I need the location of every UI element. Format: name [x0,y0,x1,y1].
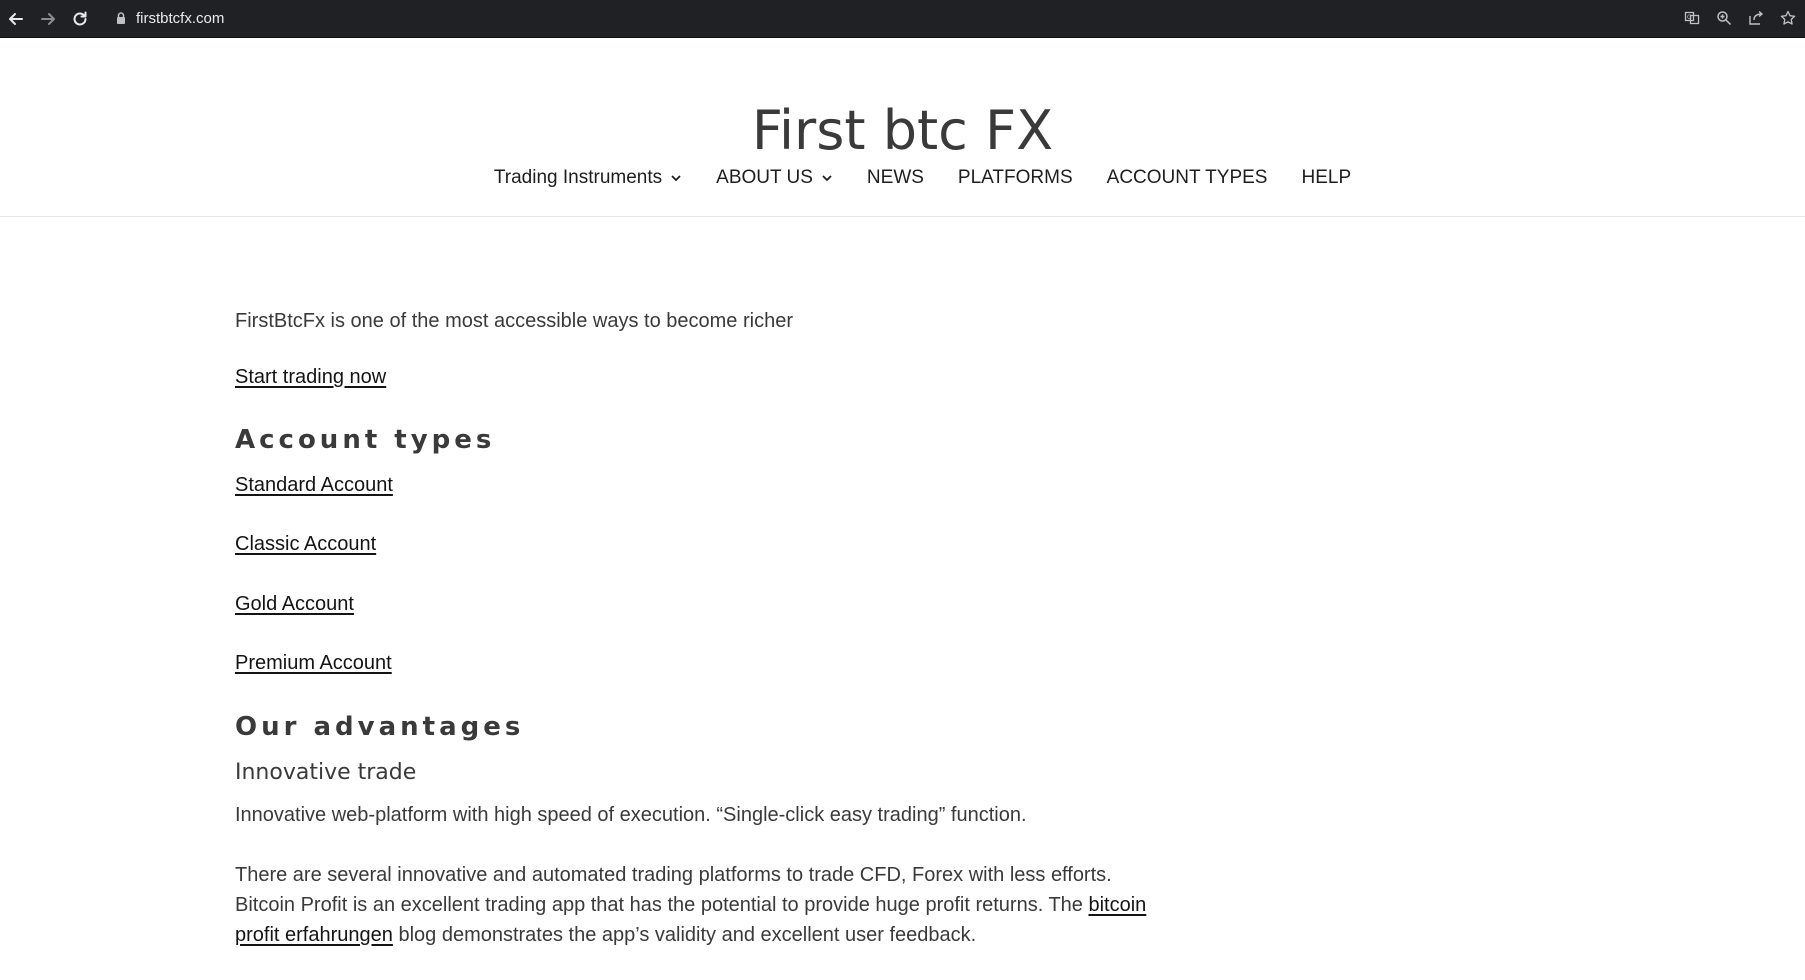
main-navigation: Trading Instruments ABOUT US NEWS PLATFO… [0,167,1805,189]
share-icon[interactable] [1747,9,1765,27]
start-trading-link[interactable]: Start trading now [235,366,386,388]
chevron-down-icon [821,172,833,184]
standard-account-link[interactable]: Standard Account [235,474,393,496]
arrow-left-icon [9,12,23,25]
forward-button[interactable] [32,0,64,37]
site-header: First btc FX Trading Instruments ABOUT U… [0,38,1805,217]
nav-item-help[interactable]: HELP [1301,167,1351,189]
nav-item-trading-instruments[interactable]: Trading Instruments [494,167,682,189]
innovative-trade-heading: Innovative trade [235,760,417,785]
nav-item-label: PLATFORMS [957,167,1073,188]
nav-item-account-types[interactable]: ACCOUNT TYPES [1107,167,1268,189]
nav-item-label: ABOUT US [716,167,813,188]
classic-account-link[interactable]: Classic Account [235,533,376,555]
nav-item-news[interactable]: NEWS [867,167,924,189]
reload-button[interactable] [64,0,96,37]
site-title[interactable]: First btc FX [0,96,1805,166]
browser-toolbar: firstbtcfx.com G [0,0,1805,38]
reload-icon [73,11,87,25]
lock-icon [114,11,128,25]
star-icon[interactable] [1779,9,1797,27]
chevron-down-icon [670,172,682,184]
nav-item-label: Trading Instruments [493,167,663,188]
back-button[interactable] [0,0,32,37]
arrow-right-icon [41,12,55,25]
advantages-heading: Our advantages [235,712,525,742]
innovative-trade-text: Innovative web-platform with high speed … [235,804,1027,826]
paragraph-text: There are several innovative and automat… [235,864,1112,916]
nav-item-label: ACCOUNT TYPES [1106,167,1268,188]
address-bar-actions: G [1683,3,1797,33]
nav-item-label: NEWS [866,167,924,188]
translate-icon[interactable]: G [1683,9,1701,27]
url-text[interactable]: firstbtcfx.com [136,10,224,27]
nav-item-label: HELP [1301,167,1352,188]
paragraph-text: blog demonstrates the app’s validity and… [392,924,977,946]
gold-account-link[interactable]: Gold Account [235,593,354,615]
premium-account-link[interactable]: Premium Account [235,652,392,674]
address-bar[interactable]: firstbtcfx.com G [104,3,1797,33]
nav-item-about-us[interactable]: ABOUT US [716,167,833,189]
account-types-heading: Account types [235,425,496,455]
intro-text: FirstBtcFx is one of the most accessible… [235,310,793,332]
svg-text:G: G [1687,14,1692,21]
platforms-paragraph: There are several innovative and automat… [235,860,1165,950]
nav-item-platforms[interactable]: PLATFORMS [958,167,1073,189]
zoom-icon[interactable] [1715,9,1733,27]
